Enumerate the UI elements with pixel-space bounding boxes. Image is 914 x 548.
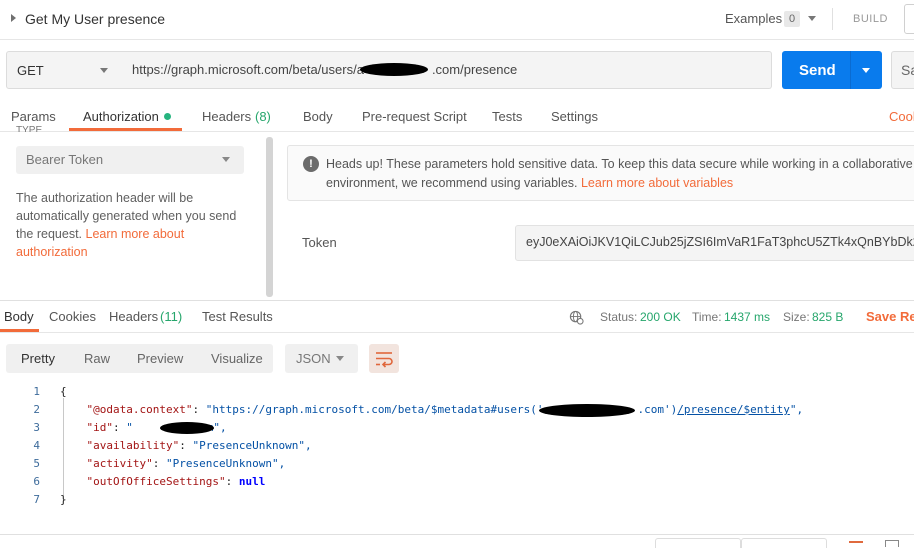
line-number: 1	[33, 385, 40, 398]
tab-headers[interactable]: Headers	[202, 109, 251, 124]
cookies-link[interactable]: Cook	[889, 109, 914, 124]
tab-params[interactable]: Params	[11, 109, 56, 124]
method-label: GET	[17, 63, 44, 78]
wrap-lines-icon	[376, 352, 393, 368]
divider	[832, 8, 833, 30]
active-indicator-dot	[164, 113, 171, 120]
save-label: Sa	[901, 62, 914, 78]
examples-count-badge: 0	[784, 11, 800, 27]
globe-icon[interactable]	[569, 310, 584, 325]
chevron-down-icon	[100, 68, 108, 73]
chevron-down-icon	[336, 356, 344, 361]
auth-type-heading: TYPE	[16, 125, 43, 132]
expand-caret-icon[interactable]	[11, 14, 16, 22]
redaction-mark	[360, 63, 428, 76]
view-raw-button[interactable]: Raw	[84, 351, 110, 366]
edit-button[interactable]	[904, 4, 914, 34]
size-label: Size:	[783, 310, 810, 324]
size-value[interactable]: 825 B	[812, 310, 843, 324]
chevron-down-icon	[222, 157, 230, 162]
send-label: Send	[799, 62, 836, 79]
line-number: 2	[33, 403, 40, 416]
view-preview-button[interactable]: Preview	[137, 351, 183, 366]
tab-pre-request-script[interactable]: Pre-request Script	[362, 109, 467, 124]
code-line: {	[60, 385, 67, 398]
footer-button[interactable]	[655, 538, 741, 548]
tab-body[interactable]: Body	[303, 109, 333, 124]
response-headers-count: (11)	[160, 309, 183, 324]
status-bar-divider	[0, 534, 914, 535]
divider	[850, 51, 851, 89]
examples-button[interactable]: Examples	[725, 11, 782, 26]
save-response-button[interactable]: Save Res	[866, 309, 914, 324]
line-number: 3	[33, 421, 40, 434]
build-button[interactable]: BUILD	[853, 13, 888, 25]
scrollbar[interactable]	[266, 137, 273, 297]
divider	[0, 332, 914, 333]
line-number: 5	[33, 457, 40, 470]
url-text: https://graph.microsoft.com/beta/users/a…	[132, 62, 518, 77]
redaction-mark	[539, 404, 635, 417]
footer-button[interactable]	[741, 538, 827, 548]
tab-authorization[interactable]: Authorization	[83, 109, 159, 124]
status-value[interactable]: 200 OK	[640, 310, 681, 324]
send-options-chevron-icon[interactable]	[862, 68, 870, 73]
line-number: 7	[33, 493, 40, 506]
learn-more-variables-link[interactable]: Learn more about variables	[581, 176, 733, 190]
line-number: 4	[33, 439, 40, 452]
code-line: "activity": "PresenceUnknown",	[86, 457, 286, 470]
view-visualize-button[interactable]: Visualize	[211, 351, 263, 366]
code-line: }	[60, 493, 67, 506]
code-line: "outOfOfficeSettings": null	[86, 475, 266, 488]
divider	[0, 131, 914, 132]
token-label: Token	[302, 235, 337, 250]
view-pretty-button[interactable]: Pretty	[21, 351, 55, 366]
pane-divider[interactable]	[0, 300, 914, 301]
response-tab-cookies[interactable]: Cookies	[49, 309, 96, 324]
exclamation-icon: !	[303, 156, 319, 172]
status-label: Status:	[600, 310, 638, 324]
wrap-lines-button[interactable]	[369, 344, 399, 373]
request-title[interactable]: Get My User presence	[25, 11, 165, 27]
auth-type-value: Bearer Token	[26, 152, 104, 167]
line-number: 6	[33, 475, 40, 488]
code-line: "@odata.context": "https://graph.microso…	[86, 403, 804, 416]
tab-settings[interactable]: Settings	[551, 109, 598, 124]
time-label: Time:	[692, 310, 722, 324]
time-value[interactable]: 1437 ms	[724, 310, 770, 324]
chevron-down-icon[interactable]	[808, 16, 816, 21]
redaction-mark	[160, 422, 214, 434]
entity-link[interactable]: /presence/$entity	[677, 403, 790, 416]
tab-tests[interactable]: Tests	[492, 109, 522, 124]
response-tab-test-results[interactable]: Test Results	[202, 309, 273, 324]
warning-text: Heads up! These parameters hold sensitiv…	[326, 157, 913, 190]
token-value: eyJ0eXAiOiJKV1QiLCJub25jZSI6ImVaR1FaT3ph…	[526, 235, 914, 249]
headers-count: (8)	[255, 109, 271, 124]
format-value: JSON	[296, 351, 331, 366]
auth-description: The authorization header will be automat…	[16, 191, 237, 259]
response-tab-body[interactable]: Body	[4, 309, 34, 324]
response-tab-headers[interactable]: Headers	[109, 309, 158, 324]
layout-icon[interactable]	[849, 541, 863, 547]
code-line: "availability": "PresenceUnknown",	[86, 439, 312, 452]
